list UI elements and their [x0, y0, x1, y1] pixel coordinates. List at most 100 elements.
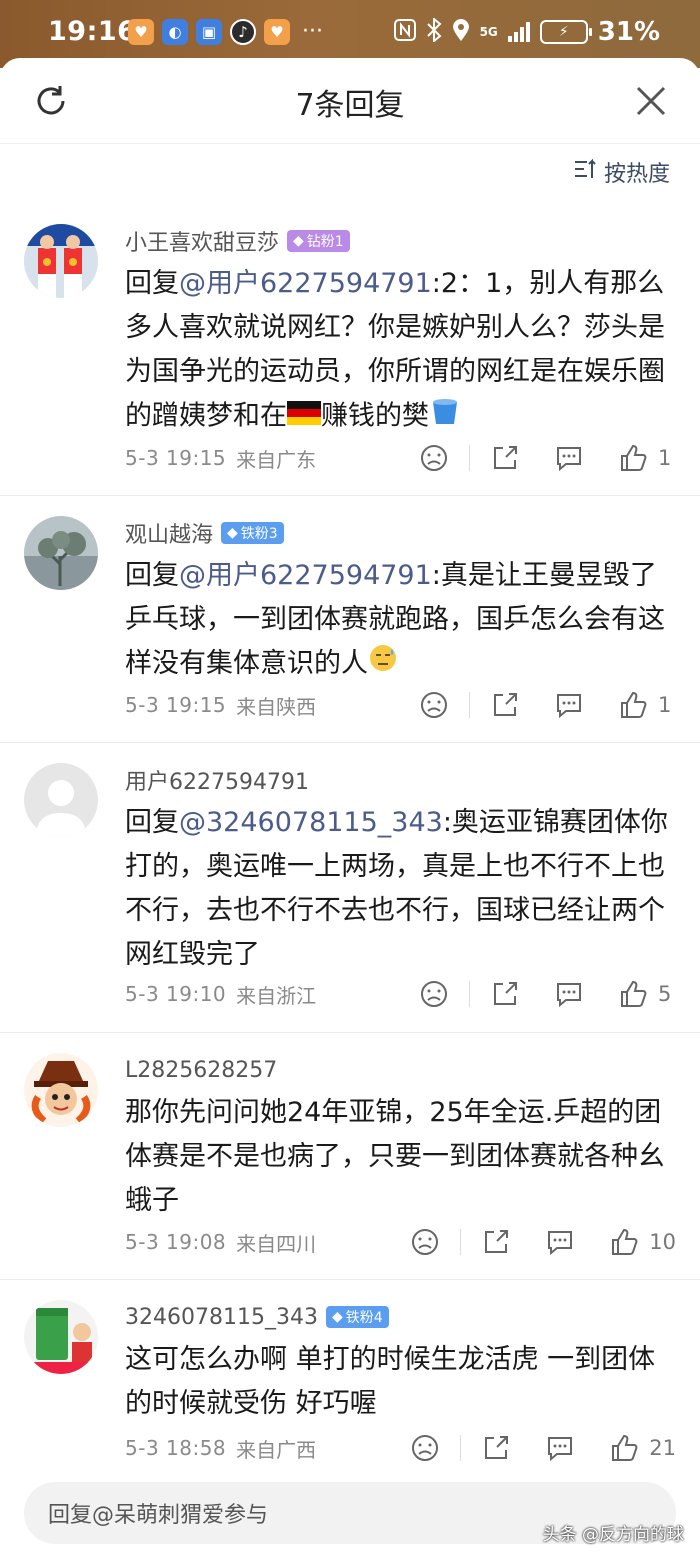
like-count: 5 — [658, 982, 672, 1006]
comment-meta: 5-3 19:15 来自陕西 1 — [125, 687, 676, 723]
status-right: 5G ⚡ 31% — [393, 16, 660, 47]
like-count: 1 — [658, 693, 672, 717]
dislike-face-icon[interactable] — [419, 979, 449, 1009]
like-icon[interactable] — [618, 690, 648, 720]
like-icon[interactable] — [609, 1227, 639, 1257]
comment-location: 来自浙江 — [236, 983, 317, 1008]
comment-text: 回复@用户6227594791:真是让王曼昱毁了乒乓球，一到团体赛就跑路，国乒怎… — [125, 554, 676, 687]
share-icon[interactable] — [490, 443, 520, 473]
username[interactable]: 3246078115_343 — [125, 1305, 318, 1330]
comment-icon[interactable] — [554, 690, 584, 720]
signal-icon — [507, 22, 530, 42]
divider — [460, 1229, 462, 1255]
location-icon — [452, 18, 470, 47]
username[interactable]: 用户6227594791 — [125, 764, 309, 796]
dislike-face-icon[interactable] — [410, 1227, 440, 1257]
fan-badge: ◆ 钻粉1 — [287, 230, 350, 252]
mention-link[interactable]: @3246078115_343 — [179, 807, 443, 838]
comment-actions: 10 — [410, 1224, 676, 1260]
divider — [469, 445, 470, 471]
music-app-icon: ♪ — [230, 19, 256, 45]
comment-actions: 21 — [410, 1430, 676, 1466]
sort-label: 按热度 — [603, 162, 670, 187]
bucket-emoji — [429, 394, 461, 440]
sort-icon — [574, 158, 598, 186]
germany-flag-emoji — [287, 395, 321, 439]
comment-actions: 1 — [419, 687, 676, 723]
like-count: 10 — [649, 1230, 676, 1254]
like-icon[interactable] — [618, 443, 648, 473]
nfc-icon — [393, 18, 416, 46]
comment-icon[interactable] — [545, 1433, 575, 1463]
browser-app-icon: ◐ — [162, 19, 188, 45]
sweat-face-emoji — [368, 643, 398, 687]
comment-icon[interactable] — [554, 443, 584, 473]
comment-date: 5-3 19:08 — [125, 1230, 227, 1254]
share-icon[interactable] — [481, 1433, 511, 1463]
comment-meta: 5-3 19:10 来自浙江 5 — [125, 976, 676, 1012]
heart-app-icon: ♥ — [128, 19, 154, 45]
avatar[interactable] — [24, 1053, 98, 1127]
page-title: 7条回复 — [295, 88, 405, 123]
sort-by-hot-button[interactable]: 按热度 — [574, 156, 670, 188]
bluetooth-icon — [426, 16, 442, 47]
share-icon[interactable] — [490, 690, 520, 720]
comment-location: 来自陕西 — [236, 694, 317, 719]
username[interactable]: L2825628257 — [125, 1058, 277, 1083]
comment-meta: 5-3 19:08 来自四川 10 — [125, 1224, 676, 1260]
like-count: 21 — [649, 1436, 676, 1460]
name-row: 用户6227594791 — [125, 765, 676, 795]
battery-icon: ⚡ — [539, 20, 592, 44]
battery-percent: 31% — [597, 17, 660, 47]
comment-item: 观山越海 ◆ 铁粉3 回复@用户6227594791:真是让王曼昱毁了乒乓球，一… — [0, 496, 700, 743]
like-icon[interactable] — [609, 1433, 639, 1463]
avatar[interactable] — [24, 224, 98, 298]
name-row: L2825628257 — [125, 1055, 676, 1085]
avatar[interactable] — [24, 763, 98, 837]
comment-text: 回复@用户6227594791:2：1，别人有那么多人喜欢就说网红？你是嫉妒别人… — [125, 262, 676, 440]
comment-content: 用户6227594791 回复@3246078115_343:奥运亚锦赛团体你打… — [125, 765, 676, 977]
comment-date: 5-3 19:15 — [125, 693, 227, 717]
comment-item: 3246078115_343 ◆ 铁粉4 这可怎么办啊 单打的时候生龙活虎 一到… — [0, 1280, 700, 1486]
diamond-icon: ◆ — [227, 525, 238, 541]
dislike-face-icon[interactable] — [419, 690, 449, 720]
username[interactable]: 小王喜欢甜豆莎 — [125, 225, 279, 257]
dislike-face-icon[interactable] — [419, 443, 449, 473]
comment-icon[interactable] — [554, 979, 584, 1009]
diamond-icon: ◆ — [331, 1309, 343, 1325]
like-icon[interactable] — [618, 979, 648, 1009]
comment-location: 来自四川 — [236, 1231, 317, 1256]
fan-badge: ◆ 铁粉3 — [221, 522, 284, 544]
fan-badge: ◆ 铁粉4 — [325, 1306, 389, 1328]
avatar[interactable] — [24, 1300, 98, 1374]
avatar[interactable] — [24, 516, 98, 590]
comment-meta: 5-3 18:58 来自广西 21 — [125, 1430, 676, 1466]
share-icon[interactable] — [481, 1227, 511, 1257]
sort-row: 按热度 — [0, 144, 700, 204]
share-icon[interactable] — [490, 979, 520, 1009]
comment-text: 回复@3246078115_343:奥运亚锦赛团体你打的，奥运唯一上两场，真是上… — [125, 807, 668, 970]
status-app-icons: ♥ ◐ ▣ ♪ ♥ ··· — [128, 19, 323, 45]
comment-icon[interactable] — [545, 1227, 575, 1257]
comment-date: 5-3 18:58 — [125, 1436, 227, 1460]
comment-text: 那你先问问她24年亚锦，25年全运.乒超的团体赛是不是也病了，只要一到团体赛就各… — [125, 1097, 665, 1216]
comment-content: 小王喜欢甜豆莎 ◆ 钻粉1 回复@用户6227594791:2：1，别人有那么多… — [125, 226, 676, 440]
diamond-icon: ◆ — [293, 233, 304, 249]
mention-link[interactable]: @用户6227594791 — [179, 560, 432, 591]
username[interactable]: 观山越海 — [125, 517, 213, 549]
more-notifications-icon: ··· — [302, 19, 323, 44]
dislike-face-icon[interactable] — [410, 1433, 440, 1463]
comment-location: 来自广东 — [236, 447, 317, 472]
divider — [460, 1435, 462, 1461]
divider — [469, 981, 470, 1007]
watermark: 头条 @反方向的球 — [542, 1525, 684, 1545]
comment-content: 3246078115_343 ◆ 铁粉4 这可怎么办啊 单打的时候生龙活虎 一到… — [125, 1302, 676, 1426]
name-row: 3246078115_343 ◆ 铁粉4 — [125, 1302, 676, 1332]
comment-meta: 5-3 19:15 来自广东 1 — [125, 440, 676, 476]
name-row: 小王喜欢甜豆莎 ◆ 钻粉1 — [125, 226, 676, 256]
comment-content: L2825628257 那你先问问她24年亚锦，25年全运.乒超的团体赛是不是也… — [125, 1055, 676, 1223]
replies-sheet: 7条回复 按热度 小王喜欢甜豆莎 ◆ 钻粉1 回复@用户6227594791:2… — [0, 58, 700, 1556]
mention-link[interactable]: @用户6227594791 — [179, 268, 432, 299]
comment-actions: 5 — [419, 976, 676, 1012]
close-icon[interactable] — [634, 84, 668, 118]
